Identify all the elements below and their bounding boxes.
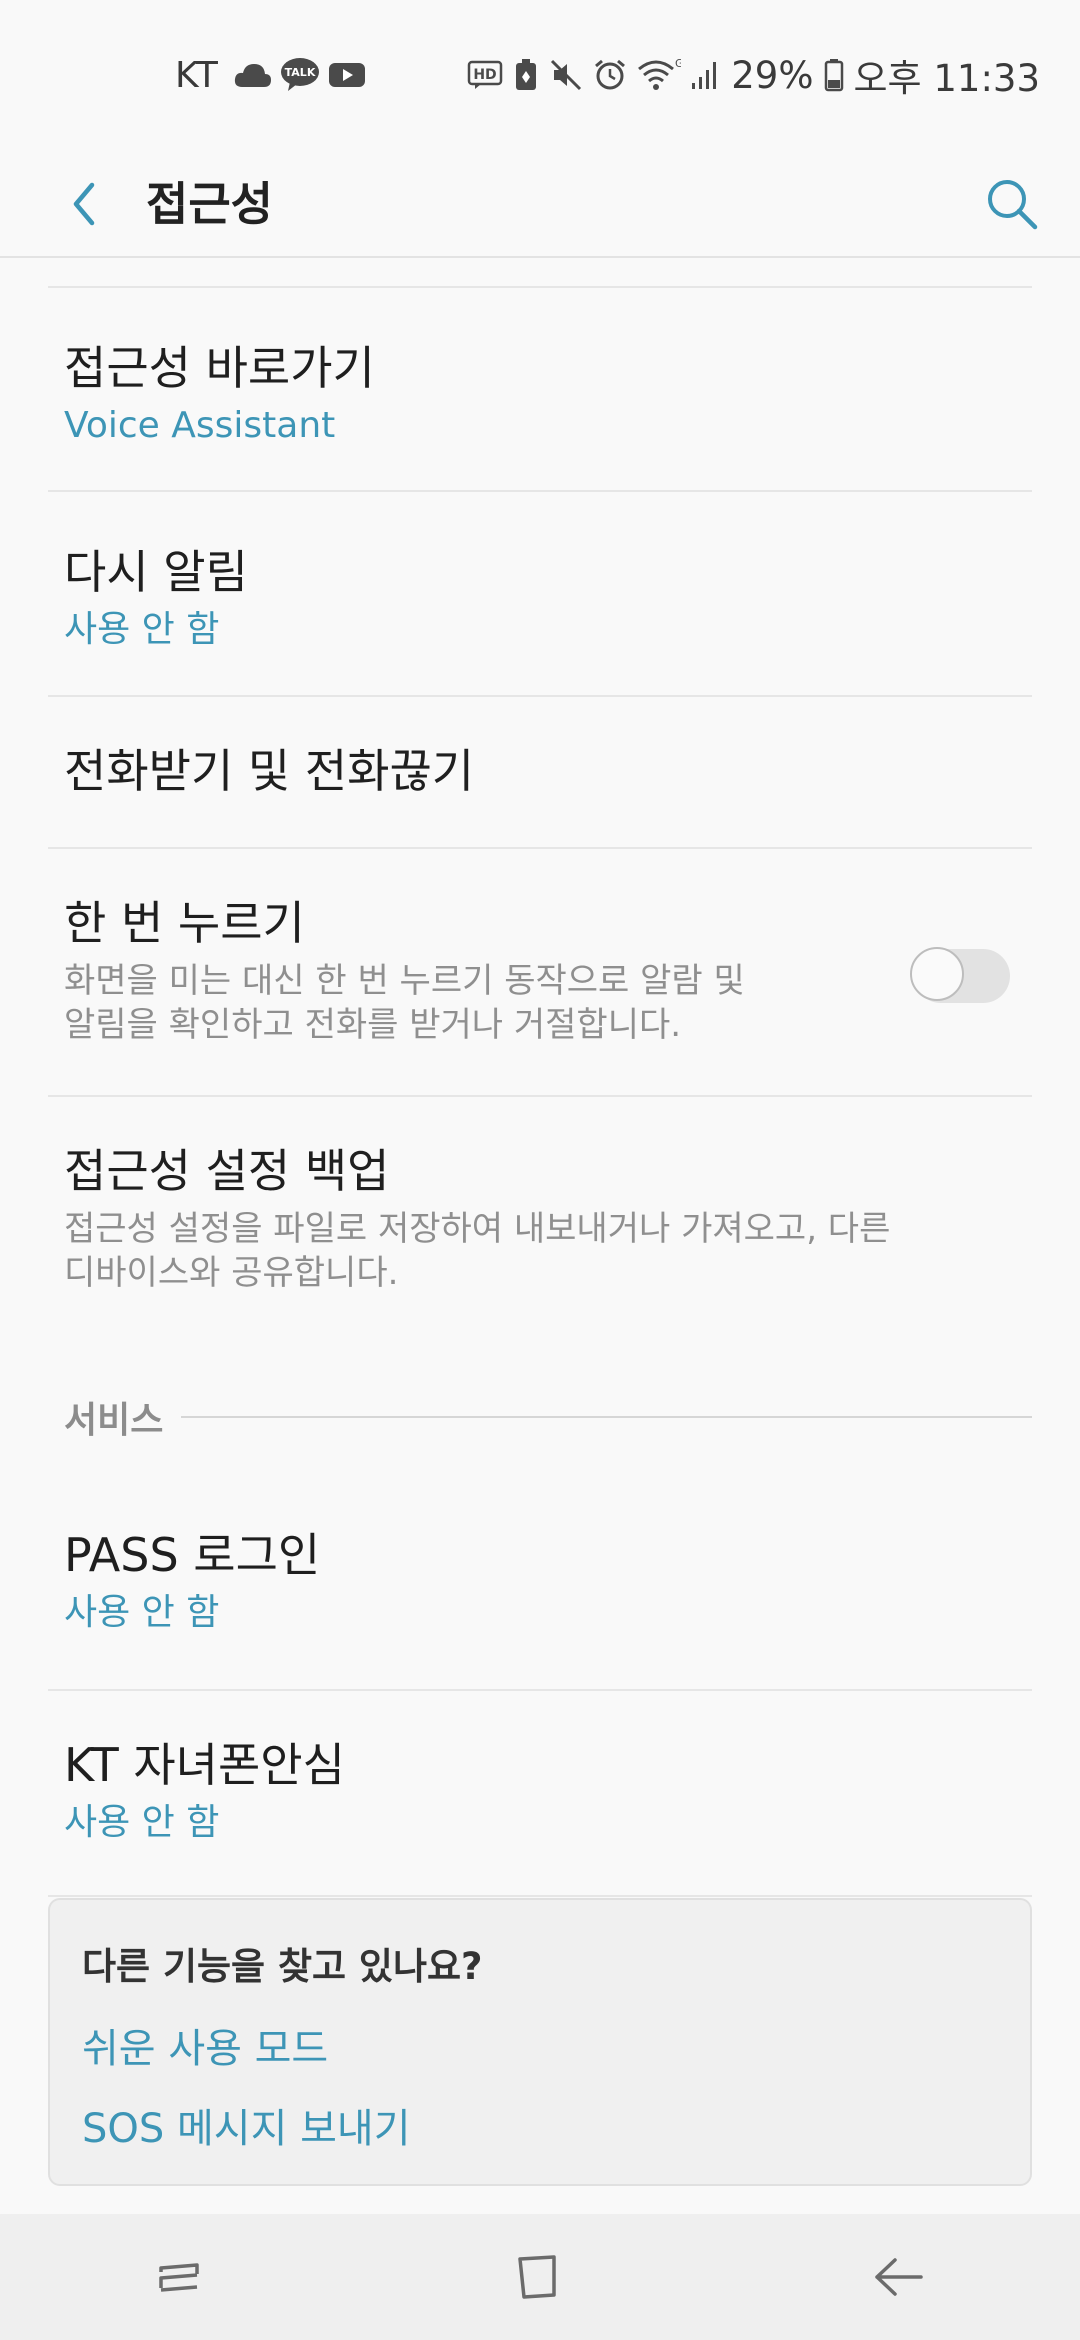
item-title: 전화받기 및 전화끊기 [64,744,475,798]
easy-mode-link[interactable]: 쉬운 사용 모드 [82,2016,328,2074]
item-title: 한 번 누르기 [64,896,305,950]
back-button[interactable] [48,168,120,240]
section-header-services: 서비스 [48,1387,1032,1447]
item-description-line: 접근성 설정을 파일로 저장하여 내보내거나 가져오고, 다른 [64,1209,891,1249]
battery-icon [824,58,844,92]
list-item-accessibility-shortcut[interactable]: 접근성 바로가기 Voice Assistant [48,288,1032,490]
list-divider [48,1895,1032,1897]
item-subtitle: 사용 안 함 [64,609,220,650]
list-item-answer-end-calls[interactable]: 전화받기 및 전화끊기 [48,697,1032,847]
cloud-icon [234,61,272,89]
carrier-label: KT [175,54,218,96]
item-subtitle: 사용 안 함 [64,1592,220,1633]
back-icon [875,2258,923,2296]
battery-percent: 29% [731,53,814,97]
item-description-line: 알림을 확인하고 전화를 받거나 거절합니다. [64,1005,682,1045]
send-sos-link[interactable]: SOS 메시지 보내기 [82,2096,411,2154]
kakaotalk-icon: TALK [280,57,320,93]
recents-button[interactable] [120,2227,240,2327]
svg-text:G: G [675,57,681,70]
youtube-icon [328,61,366,89]
clock: 오후 11:33 [853,57,1040,100]
single-tap-toggle[interactable] [910,947,1010,1003]
list-item-kt-child-phone[interactable]: KT 자녀폰안심 사용 안 함 [48,1691,1032,1895]
hd-voice-icon: HD [467,60,503,90]
home-icon [518,2255,556,2299]
item-subtitle: 사용 안 함 [64,1802,220,1843]
mute-icon [549,58,583,92]
alarm-icon [593,58,627,92]
item-title: 접근성 바로가기 [64,341,375,395]
section-label: 서비스 [64,1400,164,1441]
list-item-accessibility-backup[interactable]: 접근성 설정 백업 접근성 설정을 파일로 저장하여 내보내거나 가져오고, 다… [48,1097,1032,1387]
section-divider [181,1416,1032,1418]
navigation-bar [0,2214,1080,2340]
back-nav-button[interactable] [840,2227,960,2327]
item-description: 접근성 설정을 파일로 저장하여 내보내거나 가져오고, 다른 디바이스와 공유… [64,1207,1032,1295]
item-title: PASS 로그인 [64,1528,321,1582]
app-bar: 접근성 [0,150,1080,258]
suggestion-title: 다른 기능을 찾고 있나요? [82,1945,483,1988]
svg-text:TALK: TALK [284,66,315,79]
list-item-notification-reminder[interactable]: 다시 알림 사용 안 함 [48,492,1032,695]
list-item-single-tap-mode[interactable]: 한 번 누르기 화면을 미는 대신 한 번 누르기 동작으로 알람 및 알림을 … [48,849,1032,1095]
item-title: 접근성 설정 백업 [64,1144,390,1198]
toggle-knob [910,947,964,1001]
suggestion-card: 다른 기능을 찾고 있나요? 쉬운 사용 모드 SOS 메시지 보내기 [48,1898,1032,2186]
item-description: 화면을 미는 대신 한 번 누르기 동작으로 알람 및 알림을 확인하고 전화를… [64,959,1032,1047]
item-description-line: 디바이스와 공유합니다. [64,1253,399,1293]
wifi-icon: G [637,57,681,93]
page-title: 접근성 [146,177,273,231]
recents-icon [159,2263,199,2292]
settings-list: 접근성 바로가기 Voice Assistant 다시 알림 사용 안 함 전화… [48,286,1032,1897]
item-title: 다시 알림 [64,545,248,599]
item-title: KT 자녀폰안심 [64,1738,345,1792]
status-bar: KT TALK HD G 29% 오후 11:33 [0,0,1080,150]
search-button[interactable] [974,166,1050,242]
signal-icon [691,59,721,91]
battery-saver-icon [513,58,539,92]
chevron-left-icon [73,182,95,226]
list-item-pass-login[interactable]: PASS 로그인 사용 안 함 [48,1447,1032,1689]
home-button[interactable] [480,2227,600,2327]
search-icon [988,180,1038,230]
svg-text:HD: HD [474,67,497,83]
item-subtitle: Voice Assistant [64,405,336,446]
item-description-line: 화면을 미는 대신 한 번 누르기 동작으로 알람 및 [64,961,745,1001]
